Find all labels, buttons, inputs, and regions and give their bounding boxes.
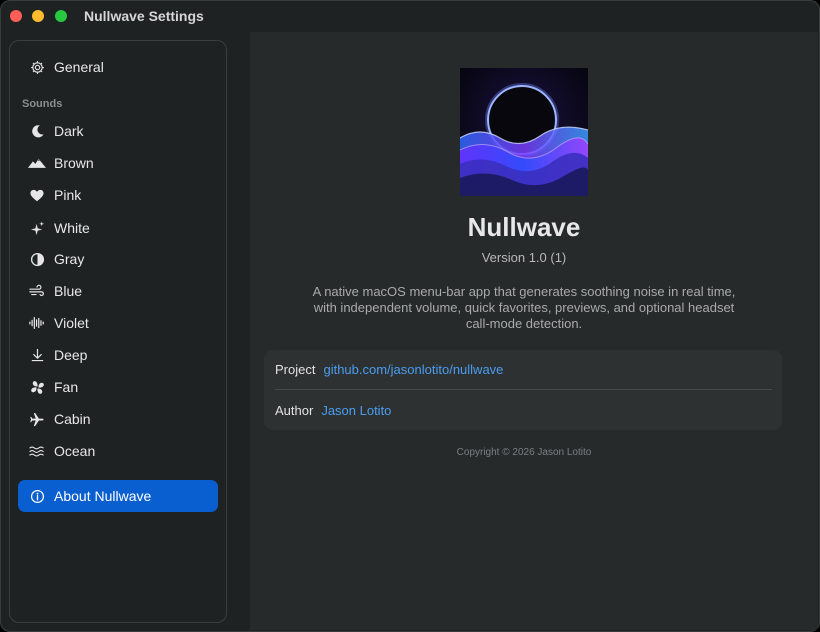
sidebar-item-white[interactable]: White (18, 212, 218, 244)
divider (275, 389, 772, 390)
description-line: call-mode detection. (465, 316, 583, 331)
arrow-down-to-line-icon (28, 346, 46, 364)
sidebar-item-label: Violet (54, 315, 89, 331)
airplane-icon (28, 410, 46, 428)
version-label: Version 1.0 (1) (481, 250, 567, 265)
waveform-icon (28, 314, 46, 332)
wind-icon (28, 282, 46, 300)
window-title: Nullwave Settings (84, 8, 204, 24)
sounds-section-label: Sounds (22, 98, 63, 110)
water-waves-icon (28, 442, 46, 460)
project-link[interactable]: github.com/jasonlotito/nullwave (323, 362, 503, 377)
sidebar-item-label: About Nullwave (54, 488, 152, 504)
minimize-window-button[interactable] (32, 10, 44, 22)
zoom-window-button[interactable] (55, 10, 67, 22)
about-panel: Nullwave Version 1.0 (1) A native macOS … (250, 32, 818, 630)
sidebar-item-label: Ocean (54, 443, 96, 459)
heart-icon (28, 186, 46, 204)
sidebar-item-dark[interactable]: Dark (18, 115, 218, 147)
copyright-text: Copyright © 2026 Jason Lotito (456, 447, 592, 458)
sidebar-item-ocean[interactable]: Ocean (18, 435, 218, 467)
sidebar-item-cabin[interactable]: Cabin (18, 403, 218, 435)
info-box: Project github.com/jasonlotito/nullwave A… (264, 350, 782, 430)
sidebar-item-label: Cabin (54, 411, 91, 427)
author-label: Author (275, 403, 314, 418)
sidebar-item-label: Dark (54, 123, 84, 139)
close-window-button[interactable] (10, 10, 22, 22)
half-circle-icon (28, 250, 46, 268)
project-label: Project (275, 362, 316, 377)
sidebar-item-gray[interactable]: Gray (18, 243, 218, 275)
sidebar-item-pink[interactable]: Pink (18, 179, 218, 211)
sidebar-item-label: White (54, 220, 90, 236)
app-name: Nullwave (467, 212, 581, 242)
sidebar-item-violet[interactable]: Violet (18, 307, 218, 339)
author-link[interactable]: Jason Lotito (321, 403, 391, 418)
sidebar-item-label: Pink (54, 187, 82, 203)
sidebar-item-general[interactable]: General (18, 51, 218, 83)
app-description: A native macOS menu-bar app that generat… (284, 284, 764, 332)
sidebar-item-label: Gray (54, 251, 85, 267)
project-row: Project github.com/jasonlotito/nullwave (275, 362, 503, 382)
sidebar-item-blue[interactable]: Blue (18, 275, 218, 307)
sidebar-item-label: General (54, 59, 104, 75)
sidebar-item-label: Deep (54, 347, 88, 363)
author-row: Author Jason Lotito (275, 403, 391, 423)
sidebar-item-label: Fan (54, 379, 79, 395)
sidebar-item-brown[interactable]: Brown (18, 147, 218, 179)
app-icon (460, 68, 588, 196)
moon-icon (28, 122, 46, 140)
info-circle-icon (28, 487, 46, 505)
sidebar-item-fan[interactable]: Fan (18, 371, 218, 403)
gear-icon (28, 58, 46, 76)
settings-window: Nullwave Settings General Sounds Dark Br… (0, 0, 820, 632)
description-line: with independent volume, quick favorites… (313, 300, 735, 315)
sparkles-icon (28, 219, 46, 237)
description-line: A native macOS menu-bar app that generat… (312, 284, 736, 299)
sidebar-item-deep[interactable]: Deep (18, 339, 218, 371)
sidebar-item-label: Blue (54, 283, 83, 299)
fan-icon (28, 378, 46, 396)
mountains-icon (28, 154, 46, 172)
sidebar-item-about[interactable]: About Nullwave (18, 480, 218, 512)
sidebar: General Sounds Dark Brown Pink White Gra… (9, 40, 227, 623)
sidebar-item-label: Brown (54, 155, 94, 171)
title-bar: Nullwave Settings (0, 0, 820, 32)
